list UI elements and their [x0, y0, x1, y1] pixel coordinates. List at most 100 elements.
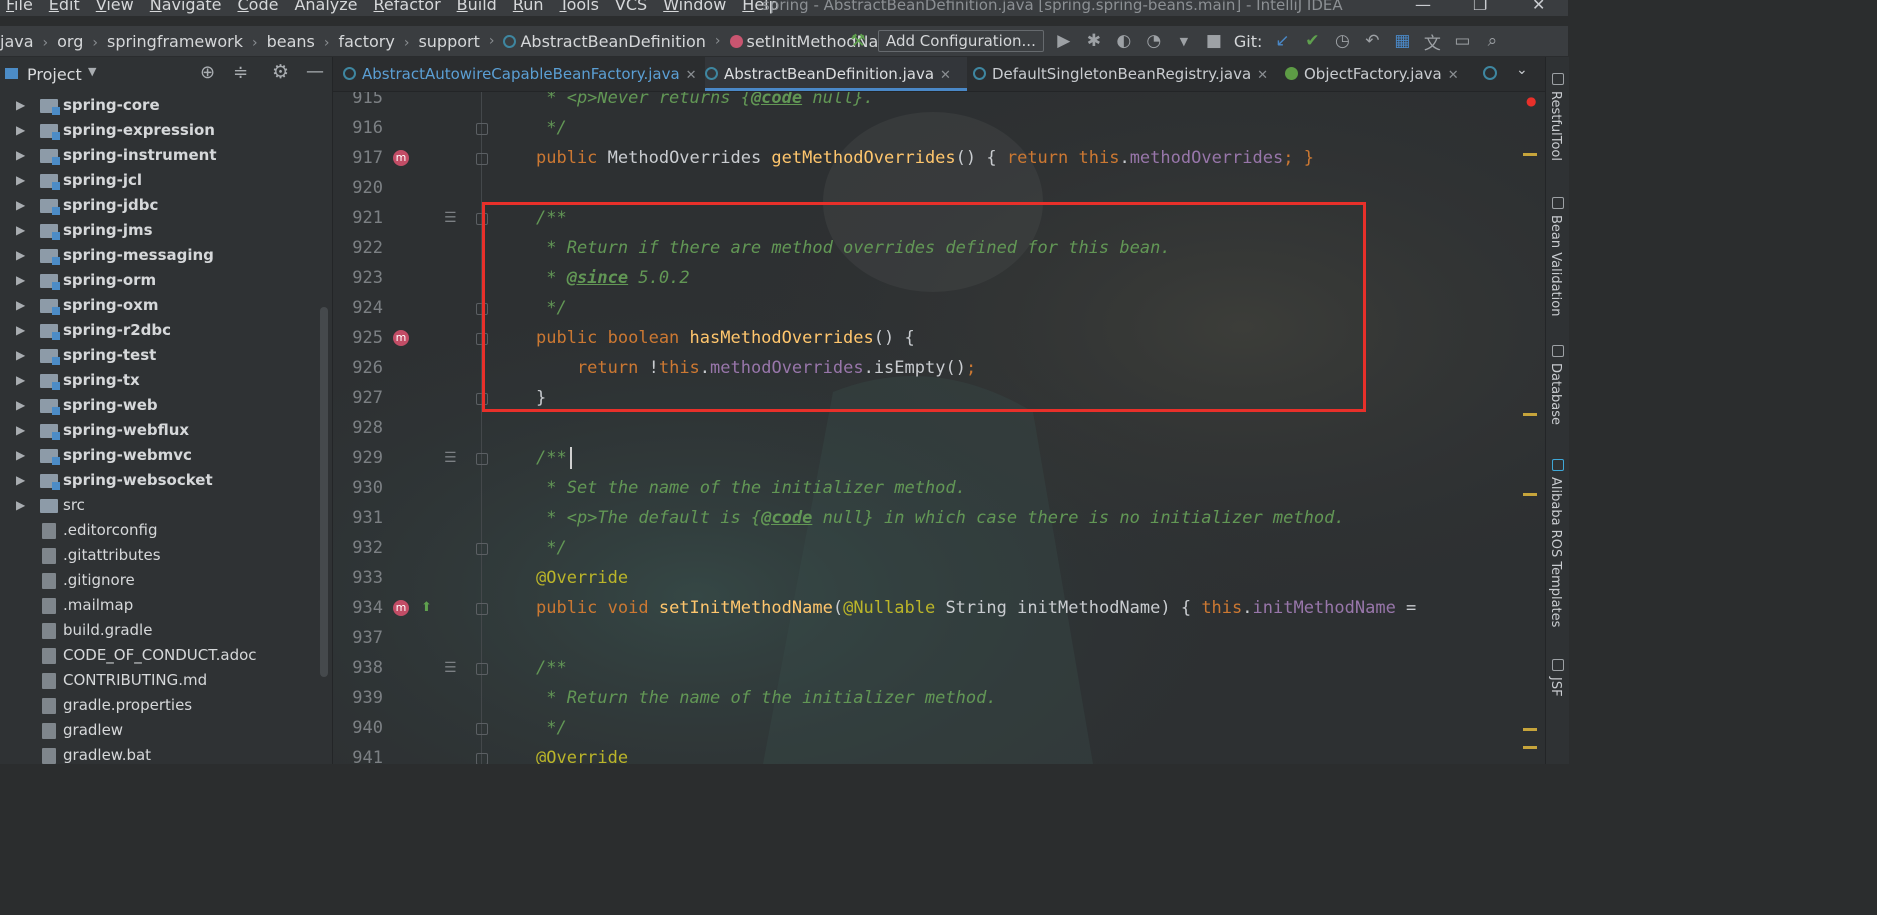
tool-window-alibaba-ros[interactable]: Alibaba ROS Templates — [1548, 477, 1563, 627]
fold-icon[interactable] — [476, 123, 488, 135]
project-tree-item[interactable]: ▶ spring-expression — [0, 118, 320, 143]
project-tree-item[interactable]: CONTRIBUTING.md — [0, 668, 320, 693]
chevron-right-icon[interactable]: ▶ — [16, 368, 25, 393]
editor-tab[interactable]: AbstractBeanDefinition.java ✕ — [705, 57, 967, 91]
code-line[interactable]: 932 */ — [333, 533, 1545, 563]
project-tree-item[interactable]: .gitattributes — [0, 543, 320, 568]
chevron-right-icon[interactable]: ▶ — [16, 193, 25, 218]
code-line[interactable]: 928 — [333, 413, 1545, 443]
scroll-marker[interactable] — [1523, 413, 1537, 416]
line-number[interactable]: 920 — [333, 173, 383, 203]
project-tree-item[interactable]: ▶ spring-oxm — [0, 293, 320, 318]
project-title[interactable]: Project — [27, 65, 82, 84]
hide-panel-icon[interactable]: — — [306, 61, 324, 82]
code-line[interactable]: 933 @Override — [333, 563, 1545, 593]
code-line[interactable]: 940 */ — [333, 713, 1545, 743]
code-line[interactable]: 939 * Return the name of the initializer… — [333, 683, 1545, 713]
code-line[interactable]: 934 m ⬆ public void setInitMethodName(@Null… — [333, 593, 1545, 623]
chevron-right-icon[interactable]: ▶ — [16, 118, 25, 143]
line-number[interactable]: 940 — [333, 713, 383, 743]
tool-window-database[interactable]: Database — [1548, 363, 1563, 425]
chevron-right-icon[interactable]: ▶ — [16, 168, 25, 193]
project-tree-item[interactable]: ▶ spring-webmvc — [0, 443, 320, 468]
line-number[interactable]: 928 — [333, 413, 383, 443]
code-line[interactable]: 920 — [333, 173, 1545, 203]
menu-item[interactable]: Analyze — [294, 0, 357, 16]
project-tree-item[interactable]: build.gradle — [0, 618, 320, 643]
project-tree-item[interactable]: ▶ spring-messaging — [0, 243, 320, 268]
line-number[interactable]: 924 — [333, 293, 383, 323]
line-number[interactable]: 937 — [333, 623, 383, 653]
override-marker-icon[interactable]: ⬆ — [421, 593, 432, 623]
chevron-right-icon[interactable]: ▶ — [16, 268, 25, 293]
tool-window-bean-validation[interactable]: Bean Validation — [1548, 215, 1563, 316]
fold-icon[interactable] — [476, 603, 488, 615]
chevron-right-icon[interactable]: ▶ — [16, 493, 25, 518]
project-tree-item[interactable]: ▶ spring-jcl — [0, 168, 320, 193]
fold-icon[interactable] — [476, 453, 488, 465]
line-number[interactable]: 938 — [333, 653, 383, 683]
project-tree-item[interactable]: ▶ src — [0, 493, 320, 518]
project-tree-item[interactable]: ▶ spring-webflux — [0, 418, 320, 443]
chevron-right-icon[interactable]: ▶ — [16, 93, 25, 118]
breadcrumb-item[interactable]: org — [57, 32, 83, 51]
project-tree-item[interactable]: gradlew.bat — [0, 743, 320, 764]
locate-icon[interactable]: ⊕ — [200, 62, 215, 83]
maximize-icon[interactable]: ❐ — [1473, 0, 1487, 16]
code-line[interactable]: 931 * <p>The default is {@code null} in … — [333, 503, 1545, 533]
chevron-right-icon[interactable]: ▶ — [16, 343, 25, 368]
chevron-right-icon[interactable]: ▶ — [16, 143, 25, 168]
menu-item[interactable]: Run — [513, 0, 544, 16]
chevron-right-icon[interactable]: ▶ — [16, 393, 25, 418]
breadcrumb-class[interactable]: AbstractBeanDefinition — [503, 32, 706, 51]
code-line[interactable]: 929 ☰ /** — [333, 443, 1545, 473]
chevron-right-icon[interactable]: ▶ — [16, 418, 25, 443]
code-line[interactable]: 915 * <p>Never returns {@code null}. — [333, 92, 1545, 113]
coverage-icon[interactable]: ◐ — [1114, 31, 1134, 51]
fold-icon[interactable] — [476, 543, 488, 555]
class-icon[interactable] — [1483, 66, 1497, 80]
menu-item[interactable]: File — [6, 0, 33, 16]
line-number[interactable]: 921 — [333, 203, 383, 233]
menu-item[interactable]: Tools — [560, 0, 599, 16]
fold-icon[interactable] — [476, 153, 488, 165]
project-tree-item[interactable]: gradlew — [0, 718, 320, 743]
gear-icon[interactable]: ⚙ — [272, 61, 289, 83]
render-doc-icon[interactable]: ☰ — [444, 653, 457, 683]
tool-window-restfultool[interactable]: RestfulTool — [1548, 91, 1563, 161]
breadcrumb-item[interactable]: support — [418, 32, 479, 51]
project-structure-icon[interactable]: ▦ — [1392, 31, 1412, 51]
method-marker-icon[interactable]: m — [393, 600, 409, 616]
menu-item[interactable]: Build — [457, 0, 497, 16]
fold-icon[interactable] — [476, 753, 488, 764]
code-line[interactable]: 917 m public MethodOverrides getMethodOver… — [333, 143, 1545, 173]
project-tree-item[interactable]: ▶ spring-jdbc — [0, 193, 320, 218]
line-number[interactable]: 932 — [333, 533, 383, 563]
line-number[interactable]: 933 — [333, 563, 383, 593]
project-tree-item[interactable]: ▶ spring-web — [0, 393, 320, 418]
scroll-marker[interactable] — [1523, 153, 1537, 156]
error-indicator-icon[interactable]: ● — [1526, 94, 1536, 108]
project-tree-item[interactable]: ▶ spring-jms — [0, 218, 320, 243]
debug-icon[interactable]: ✱ — [1084, 31, 1104, 51]
render-doc-icon[interactable]: ☰ — [444, 443, 457, 473]
project-tree-item[interactable]: CODE_OF_CONDUCT.adoc — [0, 643, 320, 668]
project-tree-item[interactable]: .mailmap — [0, 593, 320, 618]
profile-icon[interactable]: ◔ — [1144, 31, 1164, 51]
line-number[interactable]: 916 — [333, 113, 383, 143]
line-number[interactable]: 915 — [333, 92, 383, 113]
project-scrollbar[interactable] — [320, 307, 328, 677]
method-marker-icon[interactable]: m — [393, 150, 409, 166]
close-window-icon[interactable]: ✕ — [1532, 0, 1545, 16]
line-number[interactable]: 926 — [333, 353, 383, 383]
menu-item[interactable]: Navigate — [150, 0, 222, 16]
git-rollback-icon[interactable]: ↶ — [1362, 31, 1382, 51]
project-tree-item[interactable]: ▶ spring-orm — [0, 268, 320, 293]
git-update-icon[interactable]: ↙ — [1272, 31, 1292, 51]
breadcrumb-item[interactable]: java — [0, 32, 34, 51]
project-tree-item[interactable]: ▶ spring-core — [0, 93, 320, 118]
chevron-right-icon[interactable]: ▶ — [16, 468, 25, 493]
fold-icon[interactable] — [476, 723, 488, 735]
tool-window-jsf[interactable]: JSF — [1548, 677, 1563, 697]
method-marker-icon[interactable]: m — [393, 330, 409, 346]
